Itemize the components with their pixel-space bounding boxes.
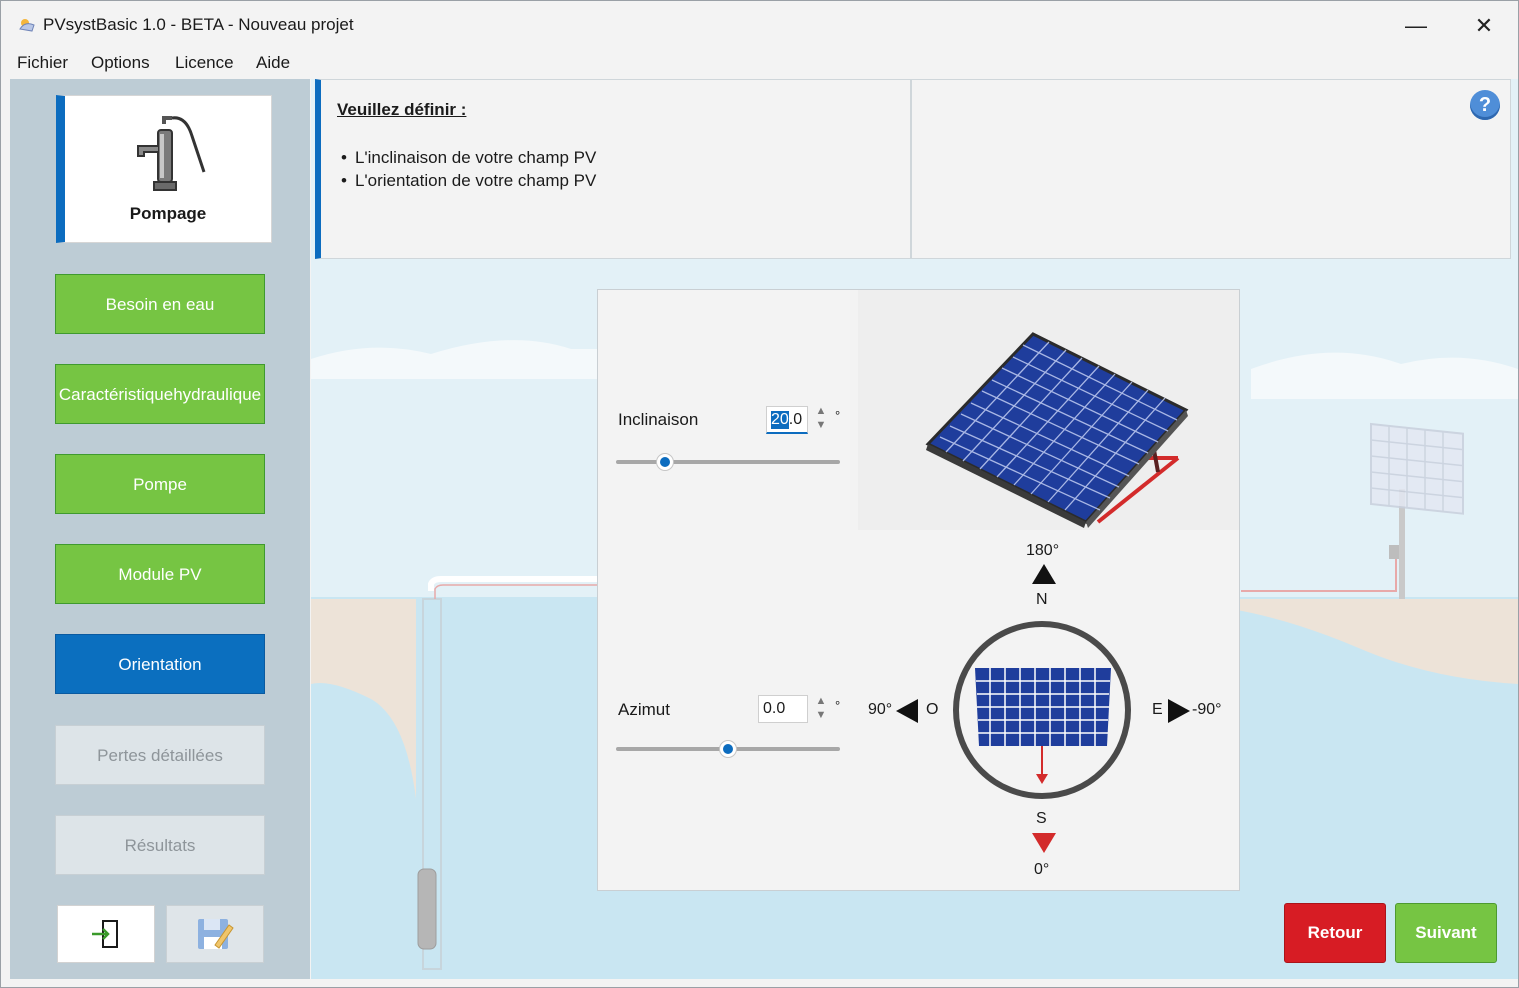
project-type-label: Pompage — [129, 204, 207, 223]
inclinaison-stepper[interactable]: ▲ ▼ — [814, 404, 828, 434]
menu-fichier[interactable]: Fichier — [17, 53, 68, 73]
instructions-panel: Veuillez définir : L'inclinaison de votr… — [315, 79, 911, 259]
step-label-line: hydraulique — [173, 384, 262, 404]
save-button — [166, 905, 264, 963]
inclinaison-slider-thumb[interactable] — [656, 453, 675, 471]
compass-dial — [953, 621, 1131, 799]
azimut-stepper[interactable]: ▲ ▼ — [814, 694, 828, 724]
compass-north-angle: 180° — [1026, 542, 1060, 559]
inclinaison-value-rest: .0 — [788, 410, 803, 428]
main-area: Veuillez définir : L'inclinaison de votr… — [311, 79, 1518, 979]
azimut-unit: ° — [835, 698, 841, 713]
step-caracteristique-hydraulique[interactable]: Caractéristique hydraulique — [55, 364, 265, 424]
inclinaison-slider-track[interactable] — [616, 460, 840, 464]
azimut-label: Azimut — [618, 700, 670, 719]
compass-south-letter: S — [1036, 810, 1047, 827]
inclinaison-input[interactable]: 20.0 — [766, 406, 808, 434]
compass-east-angle: -90° — [1192, 701, 1222, 718]
compass-east-letter: E — [1152, 701, 1163, 718]
compass-west-angle: 90° — [868, 701, 893, 718]
inclinaison-value-selected: 20 — [771, 410, 789, 429]
info-side-panel: ? — [911, 79, 1511, 259]
north-arrow-icon — [1032, 564, 1056, 584]
step-pompe[interactable]: Pompe — [55, 454, 265, 514]
menu-options[interactable]: Options — [91, 53, 150, 73]
step-label-line: Caractéristique — [58, 384, 174, 404]
tilted-panel-illustration — [858, 290, 1239, 530]
exit-icon — [92, 920, 118, 948]
step-module-pv[interactable]: Module PV — [55, 544, 265, 604]
back-button[interactable]: Retour — [1284, 903, 1386, 963]
compass-south-angle: 0° — [1034, 861, 1050, 878]
water-pump-icon — [137, 116, 206, 191]
south-arrow-icon — [1032, 833, 1056, 853]
next-button[interactable]: Suivant — [1395, 903, 1497, 963]
app-logo-icon — [19, 19, 35, 32]
step-resultats: Résultats — [55, 815, 265, 875]
step-orientation[interactable]: Orientation — [55, 634, 265, 694]
instruction-item: L'inclinaison de votre champ PV — [341, 146, 596, 169]
exit-button[interactable] — [57, 905, 155, 963]
save-icon — [198, 919, 234, 949]
step-pertes-detaillees: Pertes détaillées — [55, 725, 265, 785]
window-title: PVsystBasic 1.0 - BETA - Nouveau projet — [43, 15, 354, 34]
menu-aide[interactable]: Aide — [256, 53, 290, 73]
instruction-item: L'orientation de votre champ PV — [341, 169, 596, 192]
inclinaison-unit: ° — [835, 408, 841, 423]
west-arrow-icon — [896, 699, 918, 723]
solar-panel-icon — [925, 332, 1189, 528]
project-type-card[interactable]: Pompage — [56, 95, 272, 243]
instructions-list: L'inclinaison de votre champ PV L'orient… — [341, 146, 596, 192]
compass-north-letter: N — [1036, 591, 1048, 608]
menu-bar: Fichier Options Licence Aide — [1, 49, 1518, 79]
inclinaison-label: Inclinaison — [618, 410, 699, 429]
azimut-slider-thumb[interactable] — [719, 740, 737, 758]
app-window: PVsystBasic 1.0 - BETA - Nouveau projet … — [0, 0, 1519, 988]
east-arrow-icon — [1168, 699, 1190, 723]
menu-licence[interactable]: Licence — [175, 53, 234, 73]
close-button[interactable]: ✕ — [1461, 9, 1507, 43]
compass-west-letter: O — [926, 701, 939, 718]
instructions-title: Veuillez définir : — [337, 100, 467, 119]
sidebar: Pompage Besoin en eau Caractéristique hyd… — [10, 79, 310, 979]
minimize-button[interactable]: — — [1393, 9, 1439, 43]
title-bar: PVsystBasic 1.0 - BETA - Nouveau projet … — [1, 1, 1518, 49]
orientation-panel: Inclinaison 20.0 ▲ ▼ ° Azimut 0.0 ▲ ▼ ° 18… — [597, 289, 1240, 891]
help-icon[interactable]: ? — [1470, 90, 1500, 120]
azimut-input[interactable]: 0.0 — [758, 695, 808, 723]
step-besoin-en-eau[interactable]: Besoin en eau — [55, 274, 265, 334]
